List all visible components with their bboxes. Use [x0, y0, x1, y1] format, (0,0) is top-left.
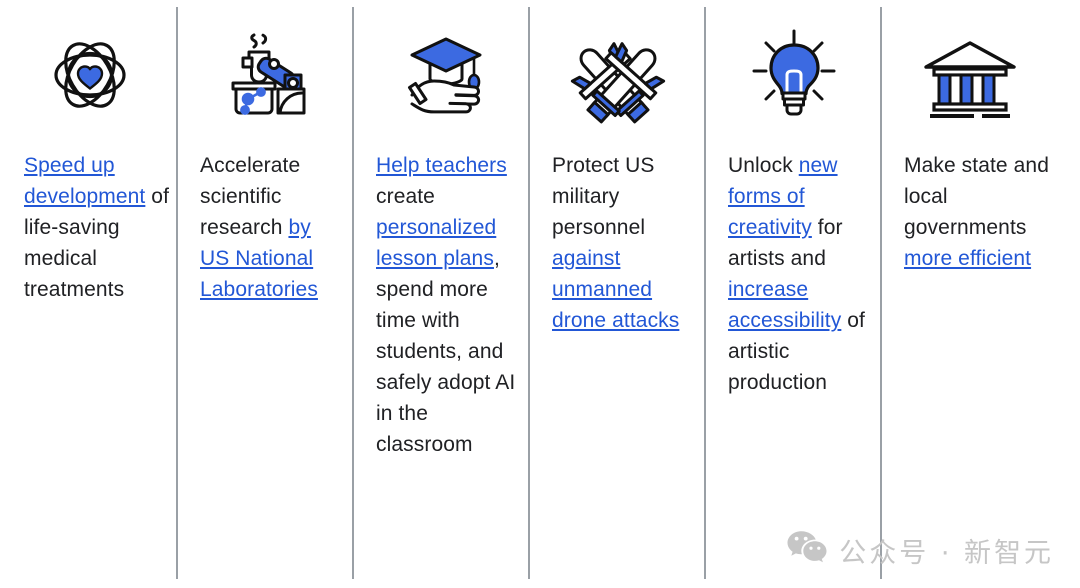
feature-plain-2a: Accelerate scientific research	[200, 154, 301, 239]
feature-link-6a[interactable]: more efficient	[904, 247, 1031, 270]
feature-link-1a[interactable]: Speed up development	[24, 154, 145, 208]
feature-column-5: Unlock new forms of creativity for artis…	[704, 0, 880, 588]
feature-column-4: Protect US military personnel against un…	[528, 0, 704, 588]
feature-plain-3b: , spend more time with students, and saf…	[376, 247, 516, 456]
feature-link-3b[interactable]: personalized lesson plans	[376, 216, 496, 270]
feature-text-4: Protect US military personnel against un…	[528, 150, 704, 336]
hand-graduation-cap-icon	[352, 0, 528, 150]
feature-plain-5a: Unlock	[728, 154, 799, 177]
feature-plain-4a: Protect US military personnel	[552, 154, 655, 239]
feature-link-4a[interactable]: against unmanned drone attacks	[552, 247, 679, 332]
feature-text-5: Unlock new forms of creativity for artis…	[704, 150, 880, 398]
feature-plain-3a: create	[376, 185, 435, 208]
feature-column-2: Accelerate scientific research by US Nat…	[176, 0, 352, 588]
feature-columns-board: Speed up development of life-saving medi…	[0, 0, 1080, 588]
atom-heart-icon	[0, 0, 176, 150]
feature-text-6: Make state and local governments more ef…	[880, 150, 1056, 274]
robot-arm-lab-icon	[176, 0, 352, 150]
feature-link-5b[interactable]: increase accessibility	[728, 278, 841, 332]
feature-text-1: Speed up development of life-saving medi…	[0, 150, 176, 305]
feature-plain-6a: Make state and local governments	[904, 154, 1049, 239]
government-building-icon	[880, 0, 1056, 150]
feature-column-1: Speed up development of life-saving medi…	[0, 0, 176, 588]
feature-link-3a[interactable]: Help teachers	[376, 154, 507, 177]
feature-text-3: Help teachers create personalized lesson…	[352, 150, 528, 460]
lightbulb-idea-icon	[704, 0, 880, 150]
crossed-drones-icon	[528, 0, 704, 150]
feature-column-6: Make state and local governments more ef…	[880, 0, 1056, 588]
feature-text-2: Accelerate scientific research by US Nat…	[176, 150, 352, 305]
feature-column-3: Help teachers create personalized lesson…	[352, 0, 528, 588]
